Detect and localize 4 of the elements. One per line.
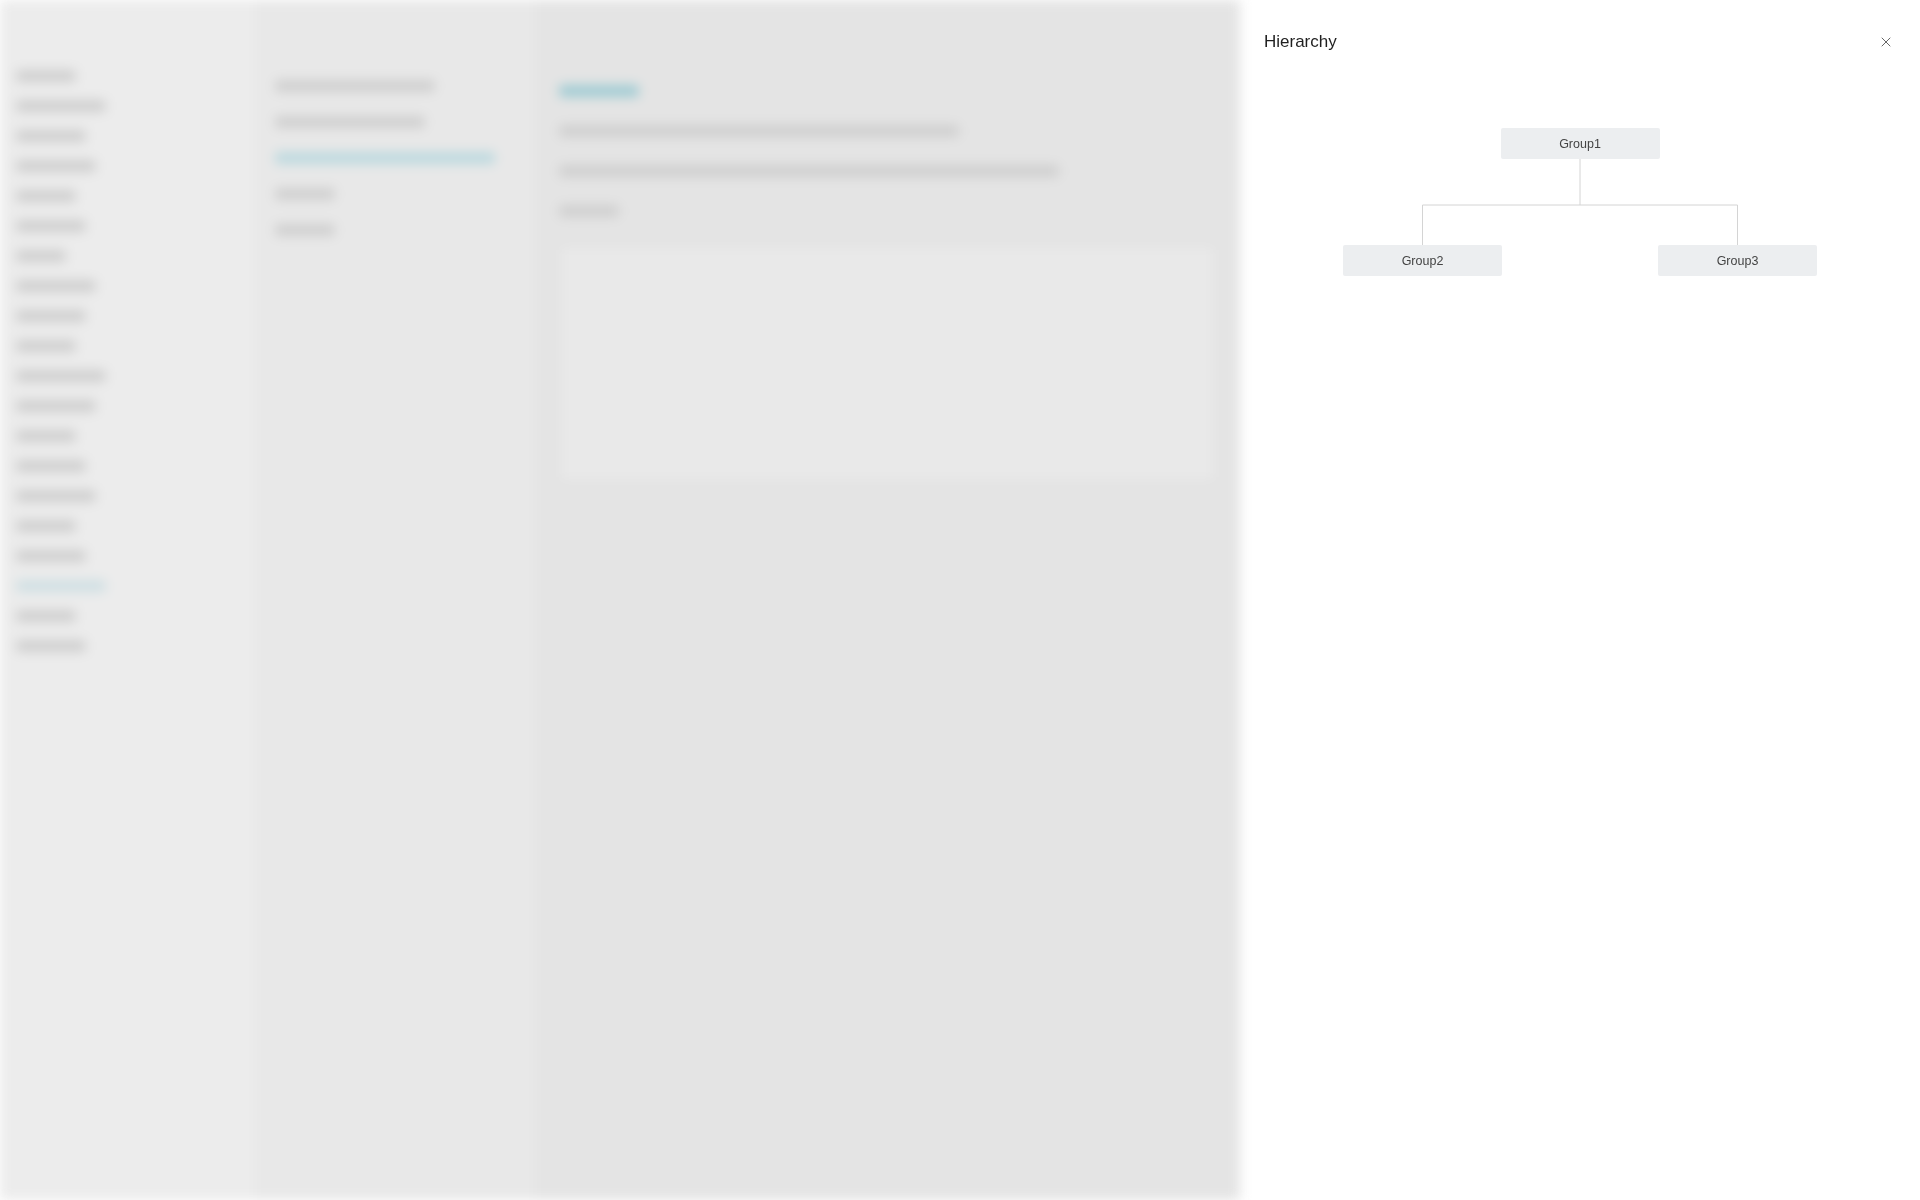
- drawer-title: Hierarchy: [1264, 32, 1337, 52]
- group-node: Group1: [1500, 128, 1660, 159]
- group-node: Group3: [1658, 245, 1817, 276]
- group-node: Group2: [1343, 245, 1502, 276]
